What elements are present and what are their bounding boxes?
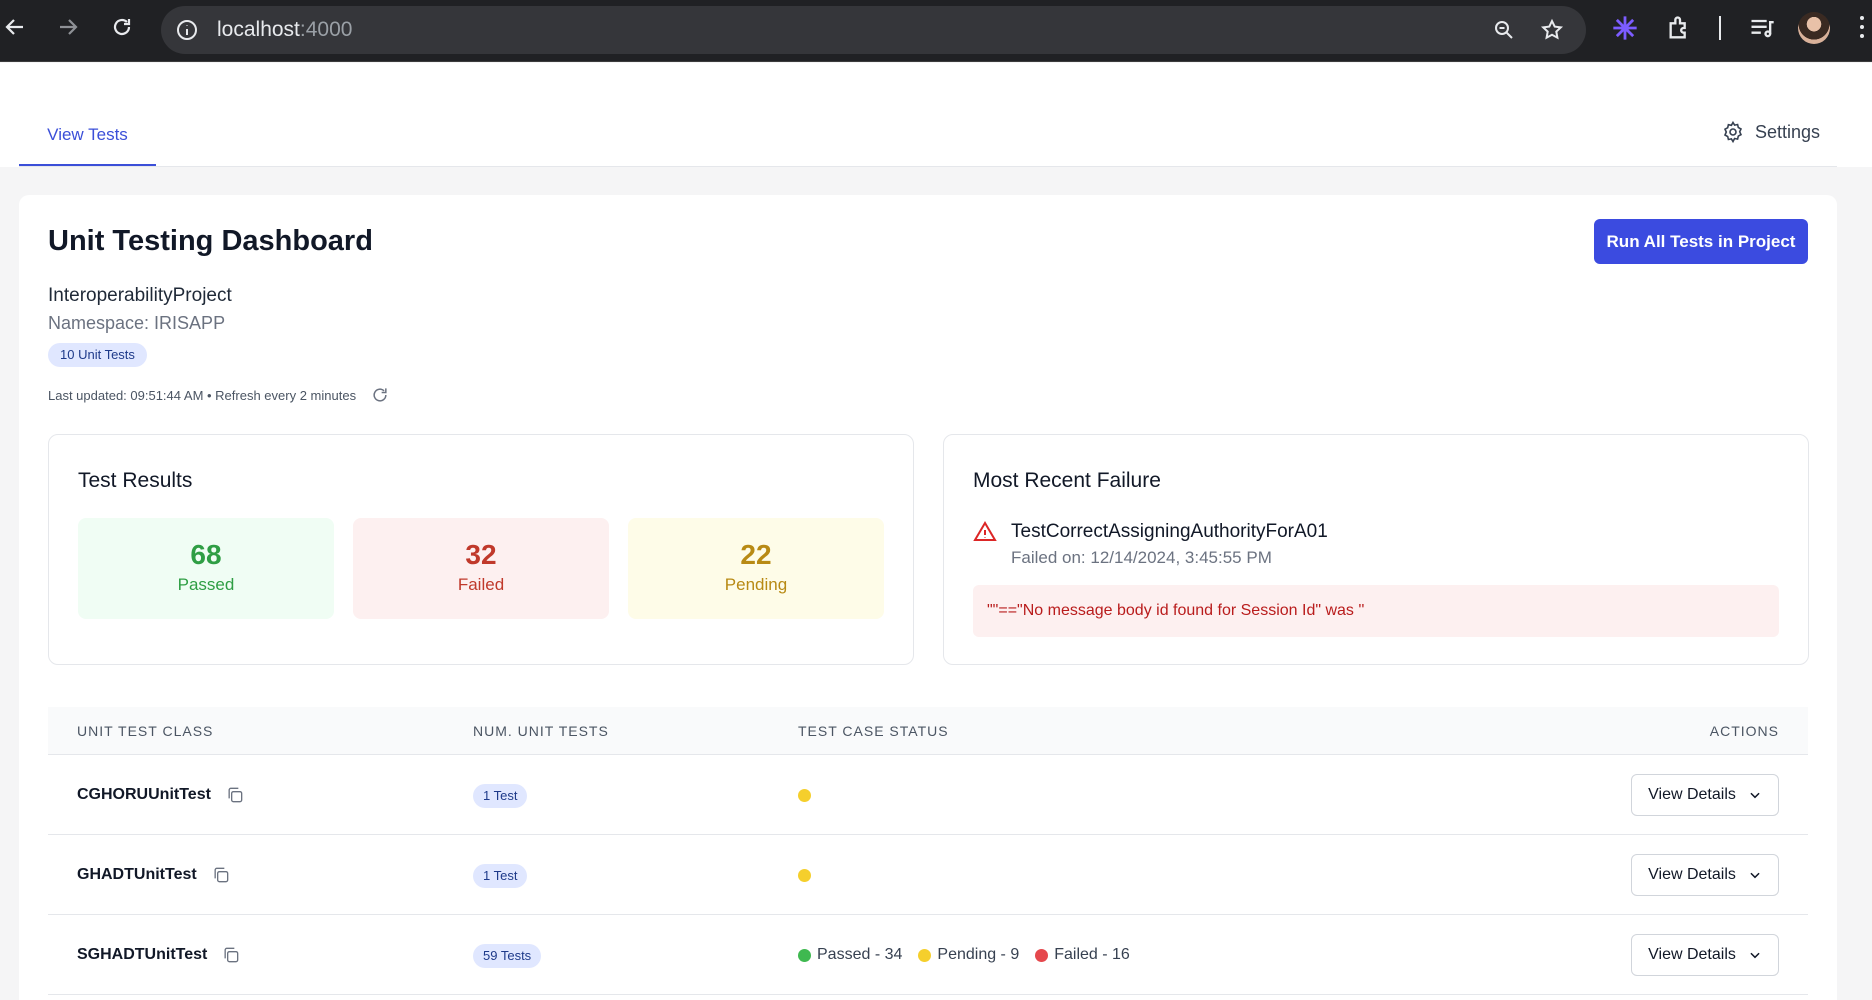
last-updated-text: Last updated: 09:51:44 AM • Refresh ever… [48, 387, 357, 403]
recent-failure-panel: Most Recent Failure TestCorrectAssigning… [943, 434, 1809, 665]
header-actions: ACTIONS [1709, 723, 1779, 739]
zoom-icon[interactable] [1492, 18, 1516, 42]
passed-stat: 68 Passed [78, 518, 334, 619]
status-pending: Pending - 9 [918, 946, 1019, 964]
num-tests-badge: 59 Tests [473, 944, 542, 968]
namespace-label: Namespace: IRISAPP [48, 313, 226, 333]
settings-label: Settings [1754, 121, 1820, 142]
site-info-icon[interactable] [175, 18, 199, 42]
status-failed: Failed - 16 [1035, 946, 1130, 964]
forward-arrow-icon[interactable] [53, 12, 83, 42]
class-name: SGHADTUnitTest [77, 946, 208, 963]
dashboard-card: Unit Testing Dashboard Run All Tests in … [19, 195, 1837, 1000]
failed-count: 32 [465, 539, 497, 570]
table-row: CGHORUUnitTest 1 Test View Details [48, 755, 1808, 835]
status-failed-text: Failed - 16 [1054, 946, 1130, 963]
extension-asterisk-icon[interactable] [1611, 14, 1639, 42]
browser-toolbar: localhost:4000 [0, 0, 1872, 62]
toolbar-separator [1719, 16, 1721, 40]
warning-triangle-icon [973, 520, 997, 544]
passed-status-dot [798, 948, 811, 962]
failed-test-name: TestCorrectAssigningAuthorityForA01 [1011, 521, 1328, 542]
page: View Tests Settings Unit Testing Dashboa… [0, 63, 1872, 1000]
unit-test-count-badge: 10 Unit Tests [48, 343, 147, 367]
num-tests-badge: 1 Test [473, 784, 528, 808]
unit-test-table: UNIT TEST CLASS NUM. UNIT TESTS TEST CAS… [48, 707, 1808, 995]
passed-count: 68 [190, 539, 222, 570]
copy-icon[interactable] [225, 785, 245, 805]
view-details-button[interactable]: View Details [1631, 854, 1779, 896]
view-details-label: View Details [1648, 946, 1736, 963]
profile-avatar[interactable] [1798, 12, 1830, 44]
failure-message: ""=="No message body id found for Sessio… [973, 585, 1779, 637]
last-updated: Last updated: 09:51:44 AM • Refresh ever… [48, 385, 390, 405]
class-cell: CGHORUUnitTest [77, 755, 245, 835]
project-name: InteroperabilityProject [48, 285, 232, 306]
view-details-label: View Details [1648, 786, 1736, 803]
status-cell: Passed - 34 Pending - 9 Failed - 16 [798, 915, 1130, 995]
pending-status-dot [798, 868, 811, 882]
table-header: UNIT TEST CLASS NUM. UNIT TESTS TEST CAS… [48, 707, 1808, 755]
pending-status-dot [918, 948, 932, 962]
view-details-button[interactable]: View Details [1631, 774, 1779, 816]
status-cell [798, 755, 811, 835]
status-passed-text: Passed - 34 [817, 946, 903, 963]
view-details-button[interactable]: View Details [1631, 934, 1779, 976]
view-details-label: View Details [1648, 866, 1736, 883]
chevron-down-icon [1750, 952, 1760, 959]
settings-link[interactable]: Settings [1721, 120, 1820, 144]
pending-count: 22 [740, 539, 772, 570]
tab-view-tests[interactable]: View Tests [19, 118, 156, 166]
failed-on-date: Failed on: 12/14/2024, 3:45:55 PM [1011, 548, 1272, 567]
class-cell: SGHADTUnitTest [77, 915, 241, 995]
status-pending-text: Pending - 9 [937, 946, 1020, 963]
num-tests-badge: 1 Test [473, 864, 528, 888]
status-passed: Passed - 34 [798, 946, 902, 964]
copy-icon[interactable] [221, 945, 241, 965]
chevron-down-icon [1750, 872, 1760, 879]
test-results-heading: Test Results [78, 469, 193, 492]
test-results-panel: Test Results 68 Passed 32 Failed 22 Pend… [48, 434, 914, 665]
pending-label: Pending [724, 575, 788, 594]
refresh-icon[interactable] [370, 385, 390, 405]
failed-stat: 32 Failed [353, 518, 609, 619]
back-arrow-icon[interactable] [0, 12, 30, 42]
copy-icon[interactable] [211, 865, 231, 885]
status-cell [798, 835, 811, 915]
media-queue-icon[interactable] [1748, 14, 1776, 42]
top-nav: View Tests Settings [0, 63, 1872, 167]
failed-label: Failed [457, 575, 505, 594]
address-bar[interactable]: localhost:4000 [161, 6, 1586, 54]
tab-divider [19, 166, 1837, 167]
url-port: :4000 [299, 18, 353, 41]
pending-stat: 22 Pending [628, 518, 884, 619]
header-class: UNIT TEST CLASS [77, 723, 214, 739]
table-row: SGHADTUnitTest 59 Tests Passed - 34 Pend… [48, 915, 1808, 995]
header-num: NUM. UNIT TESTS [473, 723, 609, 739]
failed-status-dot [1035, 948, 1049, 962]
header-status: TEST CASE STATUS [798, 723, 949, 739]
url-host: localhost [217, 18, 300, 41]
class-name: GHADTUnitTest [77, 866, 197, 883]
gear-icon [1723, 120, 1742, 144]
recent-failure-heading: Most Recent Failure [973, 469, 1161, 492]
reload-icon[interactable] [107, 12, 137, 42]
passed-label: Passed [177, 575, 235, 594]
table-row: GHADTUnitTest 1 Test View Details [48, 835, 1808, 915]
page-title: Unit Testing Dashboard [48, 225, 373, 257]
pending-status-dot [798, 788, 811, 802]
browser-menu-icon[interactable] [1860, 16, 1866, 40]
run-all-tests-button[interactable]: Run All Tests in Project [1594, 219, 1808, 264]
extensions-puzzle-icon[interactable] [1666, 14, 1694, 42]
class-cell: GHADTUnitTest [77, 835, 231, 915]
bookmark-star-icon[interactable] [1540, 18, 1564, 42]
class-name: CGHORUUnitTest [77, 786, 211, 803]
chevron-down-icon [1750, 792, 1760, 799]
url-text: localhost:4000 [217, 18, 352, 42]
